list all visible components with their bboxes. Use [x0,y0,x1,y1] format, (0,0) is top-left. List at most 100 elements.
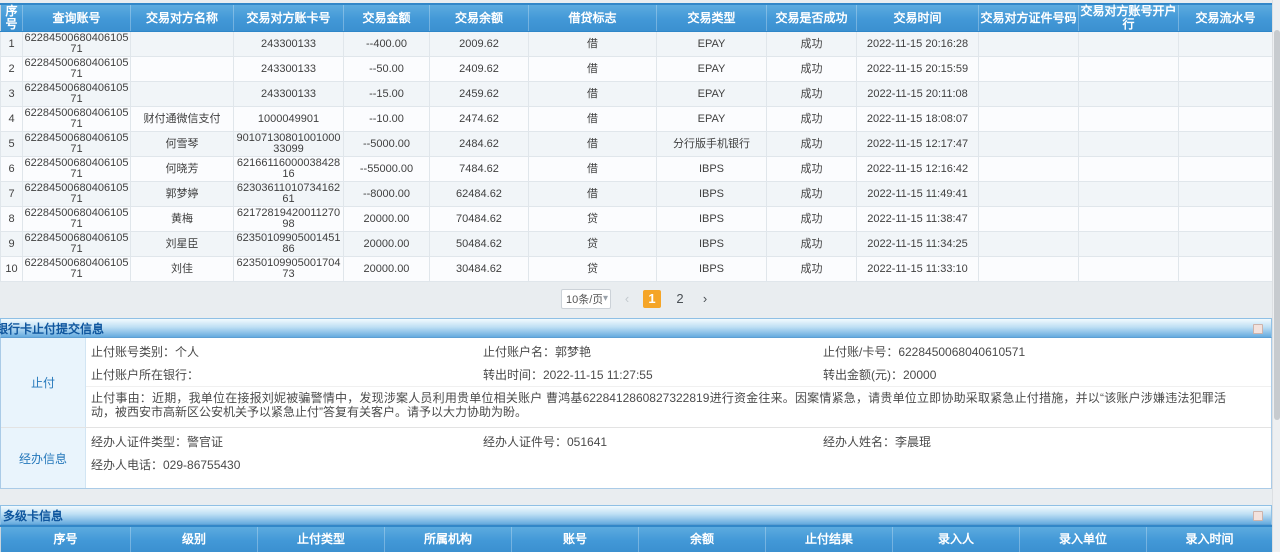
table-cell: 6228450068040610571 [23,57,131,82]
table-cell: IBPS [657,207,767,232]
stop-payment-section: 银行卡止付提交信息 止付 止付账号类别：个人 止付账户名：郭梦艳 止付账/卡号：… [0,318,1272,489]
table-cell: 20000.00 [344,207,430,232]
table-cell: 成功 [767,107,857,132]
table-cell [1179,82,1273,107]
table-row: 26228450068040610571243300133--50.002409… [1,57,1273,82]
multi-card-section-bar: 多级卡信息 [0,505,1272,525]
stop-payment-section-bar: 银行卡止付提交信息 [0,318,1272,338]
table-cell: 9010713080100100033099 [234,132,344,157]
column-header: 借贷标志 [529,4,657,32]
column-header: 录入时间 [1147,526,1273,552]
table-cell: 6 [1,157,23,182]
vertical-scrollbar[interactable] [1272,0,1280,552]
transactions-table: 序号查询账号交易对方名称交易对方账卡号交易金额交易余额借贷标志交易类型交易是否成… [0,3,1273,282]
pagination: 10条/页 ▾ ‹ 1 2 › [0,288,1272,310]
column-header: 序号 [1,4,23,32]
screen: 序号查询账号交易对方名称交易对方账卡号交易金额交易余额借贷标志交易类型交易是否成… [0,0,1280,552]
table-cell: 9 [1,232,23,257]
table-cell: --8000.00 [344,182,430,207]
table-cell: 2022-11-15 11:33:10 [857,257,979,282]
field-card-number: 止付账/卡号：6228450068040610571 [823,343,1271,360]
table-cell [1179,57,1273,82]
table-cell [979,257,1079,282]
table-cell: 郭梦婷 [131,182,234,207]
table-cell: 借 [529,182,657,207]
column-header: 交易对方名称 [131,4,234,32]
table-cell: 30484.62 [430,257,529,282]
table-cell: 6228450068040610571 [23,157,131,182]
table-cell: 6228450068040610571 [23,132,131,157]
table-cell [1179,157,1273,182]
table-cell: 贷 [529,207,657,232]
table-cell: 贷 [529,232,657,257]
table-cell [979,82,1079,107]
table-cell: 成功 [767,32,857,57]
table-cell: 2022-11-15 12:17:47 [857,132,979,157]
table-cell: 6228450068040610571 [23,257,131,282]
page-size-select[interactable]: 10条/页 ▾ [561,289,611,309]
table-cell: 243300133 [234,82,344,107]
multi-card-section: 多级卡信息 序号级别止付类型所属机构账号余额止付结果录入人录入单位录入时间1一级… [0,505,1272,552]
field-handler-phone: 经办人电话：029-86755430 [91,456,483,473]
table-cell: 20000.00 [344,232,430,257]
table-cell: EPAY [657,32,767,57]
table-cell: 贷 [529,257,657,282]
table-cell: 财付通微信支付 [131,107,234,132]
table-cell [1179,257,1273,282]
field-transfer-time: 转出时间：2022-11-15 11:27:55 [483,366,823,383]
table-cell [979,207,1079,232]
table-cell: 8 [1,207,23,232]
table-cell: 1000049901 [234,107,344,132]
scrollbar-thumb[interactable] [1274,30,1280,420]
table-row: 16228450068040610571 243300133--400.00200… [1,32,1273,57]
collapse-icon[interactable] [1253,511,1263,521]
table-cell: 何晓芳 [131,157,234,182]
table-cell [1179,132,1273,157]
table-cell: 成功 [767,232,857,257]
table-cell [979,57,1079,82]
table-cell [131,82,234,107]
prev-page-icon[interactable]: ‹ [621,290,633,308]
table-cell [1079,32,1179,57]
table-cell: 借 [529,82,657,107]
table-cell: 1 [1,32,23,57]
table-cell: 2022-11-15 18:08:07 [857,107,979,132]
table-cell: 6228450068040610571 [23,107,131,132]
table-cell: 10 [1,257,23,282]
column-header: 余额 [639,526,766,552]
table-cell: 6228450068040610571 [23,32,131,57]
handler-group-label: 经办信息 [1,428,86,488]
table-row: 106228450068040610571刘佳62350109905001704… [1,257,1273,282]
table-cell: 50484.62 [430,232,529,257]
table-cell [1079,232,1179,257]
table-cell: 20000.00 [344,257,430,282]
table-cell: 243300133 [234,32,344,57]
table-cell: 6228450068040610571 [23,182,131,207]
column-header: 交易是否成功 [767,4,857,32]
table-cell: 2 [1,57,23,82]
column-header: 录入单位 [1020,526,1147,552]
table-cell: 2022-11-15 20:15:59 [857,57,979,82]
table-cell: --5000.00 [344,132,430,157]
table-row: 96228450068040610571刘星臣62350109905001451… [1,232,1273,257]
table-cell: 2009.62 [430,32,529,57]
table-cell: 6228450068040610571 [23,82,131,107]
column-header: 交易余额 [430,4,529,32]
table-cell: 借 [529,157,657,182]
table-cell: --400.00 [344,32,430,57]
column-header: 交易金额 [344,4,430,32]
column-header: 查询账号 [23,4,131,32]
stop-payment-reason: 止付事由：近期，我单位在接报刘妮被骗警情中，发现涉案人员利用贵单位相关账户 曹鸿… [86,386,1271,423]
page-button-2[interactable]: 2 [671,290,689,308]
table-cell: 刘佳 [131,257,234,282]
table-cell: 2484.62 [430,132,529,157]
collapse-icon[interactable] [1253,324,1263,334]
column-header: 交易时间 [857,4,979,32]
table-cell: --15.00 [344,82,430,107]
table-cell [1079,132,1179,157]
next-page-icon[interactable]: › [699,290,711,308]
table-row: 76228450068040610571郭梦婷62303611010734162… [1,182,1273,207]
table-cell: 6216611600003842816 [234,157,344,182]
table-cell [979,132,1079,157]
page-button-1[interactable]: 1 [643,290,661,308]
